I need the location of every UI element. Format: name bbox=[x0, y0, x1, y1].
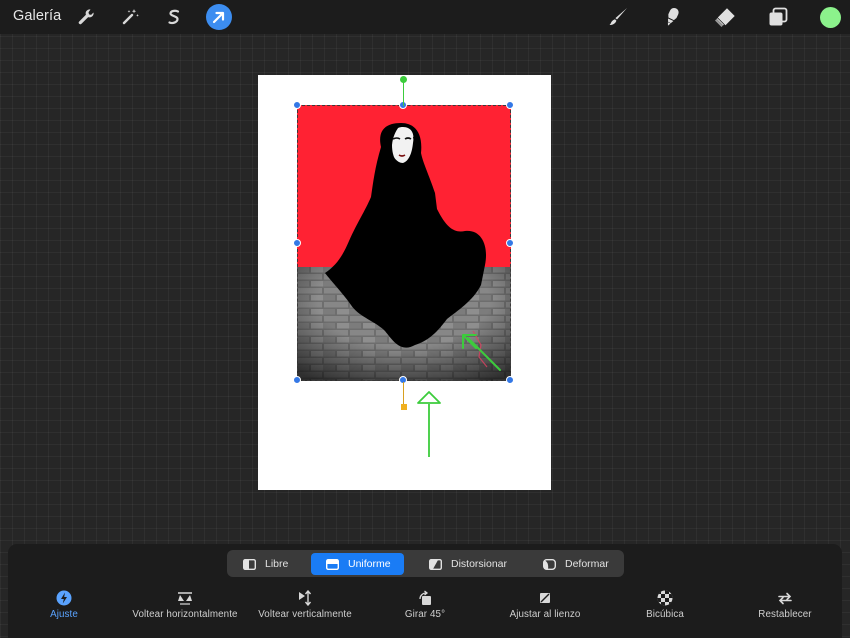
distort-icon bbox=[429, 558, 442, 570]
corner-handle-bottom-right[interactable] bbox=[506, 376, 514, 384]
mode-distorsionar-button[interactable]: Distorsionar bbox=[418, 553, 524, 575]
flip-vertical-button[interactable]: Voltear verticalmente bbox=[250, 590, 360, 624]
eraser-icon[interactable] bbox=[713, 5, 737, 29]
uniform-icon bbox=[326, 558, 339, 570]
edge-handle-right[interactable] bbox=[506, 239, 514, 247]
freeform-icon bbox=[243, 558, 256, 570]
color-swatch[interactable] bbox=[820, 7, 841, 28]
adjustments-magic-wand-icon[interactable] bbox=[118, 5, 142, 29]
corner-handle-top-left[interactable] bbox=[293, 101, 301, 109]
corner-handle-top-right[interactable] bbox=[506, 101, 514, 109]
mode-uniforme-button[interactable]: Uniforme bbox=[311, 553, 404, 575]
rotate-45-icon bbox=[417, 590, 433, 606]
fit-to-canvas-icon bbox=[537, 590, 553, 606]
pivot-handle[interactable] bbox=[401, 404, 407, 410]
flip-horizontal-icon bbox=[177, 590, 193, 606]
mode-libre-button[interactable]: Libre bbox=[234, 553, 306, 575]
fit-to-canvas-button[interactable]: Ajustar al lienzo bbox=[500, 590, 590, 624]
bicubic-button[interactable]: Bicúbica bbox=[635, 590, 695, 624]
top-toolbar: Galería bbox=[0, 0, 850, 34]
warp-icon bbox=[543, 558, 556, 570]
brush-icon[interactable] bbox=[606, 5, 630, 29]
flip-horizontal-button[interactable]: Voltear horizontalmente bbox=[125, 590, 245, 624]
mode-deformar-button[interactable]: Deformar bbox=[534, 553, 618, 575]
annotation-arrow-up-icon bbox=[417, 391, 441, 457]
rotation-handle[interactable] bbox=[400, 76, 407, 83]
corner-handle-bottom-left[interactable] bbox=[293, 376, 301, 384]
bicubic-icon bbox=[657, 590, 673, 606]
reset-icon bbox=[777, 590, 793, 606]
pivot-handle-line bbox=[403, 382, 404, 406]
selection-icon[interactable] bbox=[162, 5, 186, 29]
gallery-button[interactable]: Galería bbox=[13, 8, 61, 24]
layers-icon[interactable] bbox=[766, 5, 790, 29]
smudge-icon[interactable] bbox=[660, 5, 684, 29]
snapping-button[interactable]: Ajuste bbox=[34, 590, 94, 624]
transform-arrow-icon[interactable] bbox=[206, 4, 232, 30]
snapping-lightning-icon bbox=[56, 590, 72, 606]
rotate-45-button[interactable]: Girar 45° bbox=[395, 590, 455, 624]
edge-handle-left[interactable] bbox=[293, 239, 301, 247]
actions-wrench-icon[interactable] bbox=[74, 5, 98, 29]
annotation-arrow-diagonal-icon bbox=[462, 334, 501, 371]
flip-vertical-icon bbox=[297, 590, 313, 606]
reset-button[interactable]: Restablecer bbox=[750, 590, 820, 624]
rotation-handle-line bbox=[403, 80, 404, 106]
